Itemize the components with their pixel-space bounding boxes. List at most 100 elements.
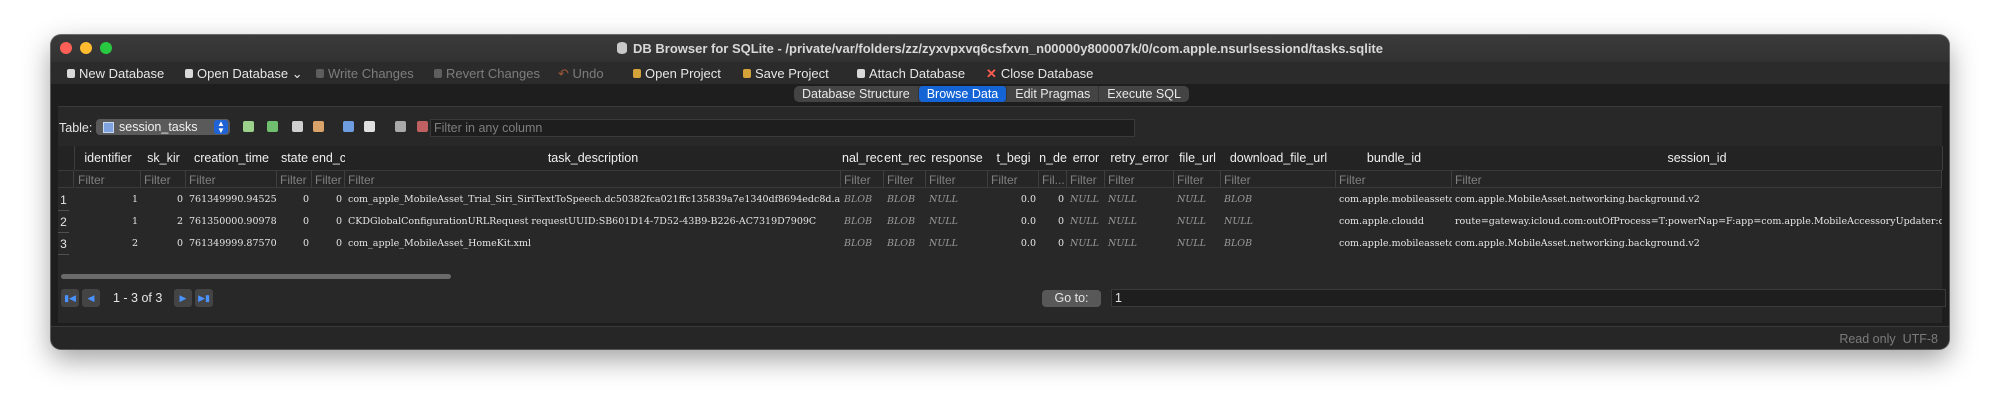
first-record-button[interactable]: ▮◀ bbox=[61, 289, 79, 307]
column-filter-4[interactable]: Filter bbox=[312, 170, 345, 188]
table-cell[interactable]: NULL bbox=[1067, 212, 1105, 232]
table-cell[interactable]: com_apple_MobileAsset_HomeKit.xml bbox=[345, 234, 841, 254]
table-cell[interactable]: BLOB bbox=[884, 234, 926, 254]
column-header-10[interactable]: n_de bbox=[1039, 146, 1068, 170]
column-header-0[interactable]: identifier bbox=[75, 146, 142, 170]
column-filter-14[interactable]: Filter bbox=[1221, 170, 1336, 188]
chevron-down-icon[interactable]: ⌄ bbox=[292, 66, 303, 81]
horizontal-scrollbar[interactable] bbox=[61, 274, 451, 279]
table-cell[interactable]: 0.0 bbox=[988, 234, 1039, 254]
write-changes-button[interactable]: Write Changes bbox=[316, 66, 414, 81]
tab-edit-pragmas[interactable]: Edit Pragmas bbox=[1007, 86, 1100, 102]
table-cell[interactable]: CKDGlobalConfigurationURLRequest request… bbox=[345, 212, 841, 232]
table-cell[interactable]: NULL bbox=[926, 212, 988, 232]
refresh-icon[interactable] bbox=[243, 121, 254, 132]
column-header-13[interactable]: file_url bbox=[1174, 146, 1222, 170]
goto-button[interactable]: Go to: bbox=[1042, 290, 1101, 307]
table-cell[interactable]: NULL bbox=[1221, 212, 1336, 232]
table-cell[interactable]: NULL bbox=[1067, 234, 1105, 254]
table-cell[interactable]: 0.0 bbox=[988, 190, 1039, 210]
close-database-button[interactable]: ✕ Close Database bbox=[986, 66, 1093, 82]
tab-database-structure[interactable]: Database Structure bbox=[794, 86, 919, 102]
column-filter-12[interactable]: Filter bbox=[1105, 170, 1174, 188]
column-filter-1[interactable]: Filter bbox=[141, 170, 186, 188]
column-header-3[interactable]: state bbox=[277, 146, 313, 170]
table-cell[interactable]: BLOB bbox=[884, 190, 926, 210]
row-number[interactable]: 1 bbox=[58, 190, 69, 211]
column-filter-16[interactable]: Filter bbox=[1452, 170, 1942, 188]
table-cell[interactable]: com.apple.cloudd bbox=[1336, 212, 1452, 232]
table-cell[interactable]: 0 bbox=[312, 212, 345, 232]
print-icon[interactable] bbox=[364, 121, 375, 132]
column-header-9[interactable]: t_begi bbox=[988, 146, 1040, 170]
column-header-2[interactable]: creation_time bbox=[186, 146, 278, 170]
table-cell[interactable]: 1 bbox=[75, 212, 141, 232]
table-cell[interactable]: BLOB bbox=[1221, 234, 1336, 254]
column-header-1[interactable]: sk_kir bbox=[141, 146, 187, 170]
column-header-14[interactable]: download_file_url bbox=[1221, 146, 1337, 170]
table-cell[interactable]: NULL bbox=[1105, 234, 1174, 254]
table-cell[interactable]: 0 bbox=[312, 190, 345, 210]
attach-database-button[interactable]: Attach Database bbox=[857, 66, 965, 81]
table-cell[interactable]: NULL bbox=[1105, 212, 1174, 232]
table-cell[interactable]: 0 bbox=[141, 234, 186, 254]
new-database-button[interactable]: New Database bbox=[67, 66, 164, 81]
row-number[interactable]: 3 bbox=[58, 234, 69, 255]
table-cell[interactable]: 2 bbox=[75, 234, 141, 254]
table-cell[interactable]: 2 bbox=[141, 212, 186, 232]
column-header-5[interactable]: task_description bbox=[345, 146, 842, 170]
column-filter-6[interactable]: Filter bbox=[841, 170, 884, 188]
table-cell[interactable]: BLOB bbox=[841, 190, 884, 210]
undo-button[interactable]: ↶ Undo bbox=[558, 66, 604, 82]
row-number[interactable]: 2 bbox=[58, 212, 69, 233]
column-header-7[interactable]: ent_rec bbox=[884, 146, 927, 170]
column-filter-0[interactable]: Filter bbox=[75, 170, 141, 188]
table-cell[interactable]: NULL bbox=[1067, 190, 1105, 210]
table-cell[interactable]: NULL bbox=[1174, 212, 1221, 232]
column-filter-10[interactable]: Fil... bbox=[1039, 170, 1067, 188]
column-header-12[interactable]: retry_error bbox=[1105, 146, 1175, 170]
column-header-6[interactable]: nal_rec bbox=[841, 146, 885, 170]
column-header-15[interactable]: bundle_id bbox=[1336, 146, 1453, 170]
revert-changes-button[interactable]: Revert Changes bbox=[434, 66, 540, 81]
previous-record-button[interactable]: ◀ bbox=[82, 289, 100, 307]
column-filter-9[interactable]: Filter bbox=[988, 170, 1039, 188]
column-filter-13[interactable]: Filter bbox=[1174, 170, 1221, 188]
table-cell[interactable]: 0 bbox=[277, 212, 312, 232]
column-filter-2[interactable]: Filter bbox=[186, 170, 277, 188]
save-project-button[interactable]: Save Project bbox=[743, 66, 829, 81]
table-cell[interactable]: com_apple_MobileAsset_Trial_Siri_SiriTex… bbox=[345, 190, 841, 210]
table-cell[interactable]: route=gateway.icloud.com:outOfProcess=T:… bbox=[1452, 212, 1942, 232]
table-cell[interactable]: 0 bbox=[1039, 190, 1067, 210]
table-cell[interactable]: 1 bbox=[75, 190, 141, 210]
column-header-11[interactable]: error bbox=[1067, 146, 1106, 170]
table-cell[interactable]: BLOB bbox=[841, 234, 884, 254]
clear-filters-icon[interactable] bbox=[267, 121, 278, 132]
open-database-button[interactable]: Open Database ⌄ bbox=[185, 66, 303, 82]
table-cell[interactable]: 761349990.945254 bbox=[186, 190, 277, 210]
table-cell[interactable]: 0 bbox=[141, 190, 186, 210]
table-select[interactable]: session_tasks ▲ ▼ bbox=[96, 119, 230, 135]
open-project-button[interactable]: Open Project bbox=[633, 66, 721, 81]
column-filter-5[interactable]: Filter bbox=[345, 170, 841, 188]
save-filter-icon[interactable] bbox=[343, 121, 354, 132]
table-cell[interactable]: com.apple.mobileassetd bbox=[1336, 190, 1452, 210]
table-cell[interactable]: NULL bbox=[1174, 190, 1221, 210]
next-record-button[interactable]: ▶ bbox=[174, 289, 192, 307]
column-filter-15[interactable]: Filter bbox=[1336, 170, 1452, 188]
table-cell[interactable]: 0.0 bbox=[988, 212, 1039, 232]
table-cell[interactable]: com.apple.MobileAsset.networking.backgro… bbox=[1452, 190, 1942, 210]
insert-record-icon[interactable] bbox=[395, 121, 406, 132]
tab-execute-sql[interactable]: Execute SQL bbox=[1099, 86, 1189, 102]
table-cell[interactable]: NULL bbox=[1174, 234, 1221, 254]
column-filter-11[interactable]: Filter bbox=[1067, 170, 1105, 188]
sort-icon[interactable] bbox=[292, 121, 303, 132]
filter-all-columns-input[interactable]: Filter in any column bbox=[430, 119, 1135, 137]
column-header-4[interactable]: end_c bbox=[312, 146, 346, 170]
column-filter-8[interactable]: Filter bbox=[926, 170, 988, 188]
column-header-16[interactable]: session_id bbox=[1452, 146, 1943, 170]
table-cell[interactable]: com.apple.mobileassetd bbox=[1336, 234, 1452, 254]
table-cell[interactable]: 0 bbox=[277, 190, 312, 210]
goto-input[interactable]: 1 bbox=[1111, 289, 1946, 307]
table-cell[interactable]: NULL bbox=[1105, 190, 1174, 210]
